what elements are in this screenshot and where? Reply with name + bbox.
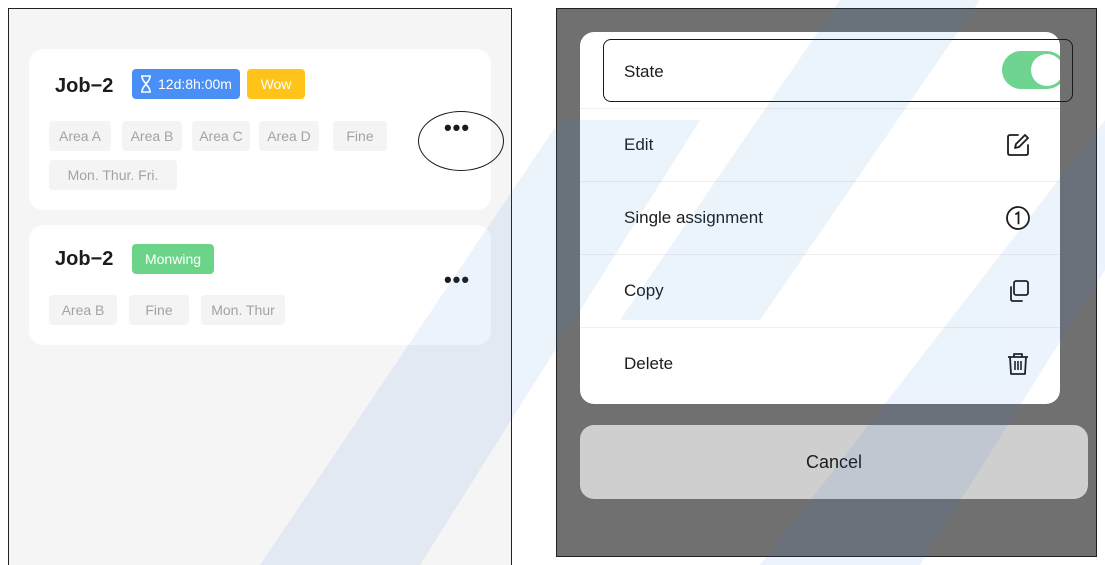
schedule-chip: Mon. Thur. Fri.	[49, 160, 177, 190]
action-sheet-overlay[interactable]: State Edit Single assignment Copy Delete…	[556, 8, 1097, 557]
edit-icon	[1007, 134, 1029, 156]
trash-icon	[1008, 353, 1028, 375]
hourglass-icon	[141, 75, 151, 93]
state-label: State	[624, 62, 664, 81]
menu-item-delete[interactable]: Delete	[580, 328, 1060, 401]
more-options-button[interactable]: •••	[437, 269, 477, 295]
timer-value: 12d:8h:00m	[158, 76, 232, 92]
job-card[interactable]: Job−2 12d:8h:00m Wow Area A Area B Area …	[29, 49, 491, 210]
toggle-knob	[1031, 54, 1060, 86]
more-options-button[interactable]: •••	[437, 117, 477, 143]
menu-item-state: State	[580, 32, 1060, 109]
menu-item-edit[interactable]: Edit	[580, 109, 1060, 182]
menu-item-copy[interactable]: Copy	[580, 255, 1060, 328]
quality-chip: Fine	[333, 121, 387, 151]
job-card[interactable]: Job−2 Monwing Area B Fine Mon. Thur •••	[29, 225, 491, 345]
tag-badge: Monwing	[132, 244, 214, 274]
job-title: Job−2	[55, 75, 114, 97]
single-assignment-label: Single assignment	[624, 208, 763, 227]
area-chip: Area A	[49, 121, 111, 151]
quality-chip: Fine	[129, 295, 189, 325]
job-list-panel: Job−2 12d:8h:00m Wow Area A Area B Area …	[8, 8, 512, 565]
menu-item-single-assignment[interactable]: Single assignment	[580, 182, 1060, 255]
copy-label: Copy	[624, 281, 664, 300]
timer-badge: 12d:8h:00m	[132, 69, 240, 99]
cancel-button[interactable]: Cancel	[580, 425, 1088, 499]
area-chip: Area B	[122, 121, 182, 151]
job-title: Job−2	[55, 248, 114, 270]
tag-badge: Wow	[247, 69, 305, 99]
copy-icon	[1010, 280, 1029, 302]
schedule-chip: Mon. Thur	[201, 295, 285, 325]
edit-label: Edit	[624, 135, 654, 154]
area-chip: Area D	[259, 121, 319, 151]
state-toggle[interactable]	[1002, 51, 1060, 89]
delete-label: Delete	[624, 354, 674, 373]
area-chip: Area B	[49, 295, 117, 325]
area-chip: Area C	[192, 121, 250, 151]
number-one-circle-icon	[1006, 206, 1030, 230]
action-sheet: State Edit Single assignment Copy Delete	[580, 32, 1060, 404]
